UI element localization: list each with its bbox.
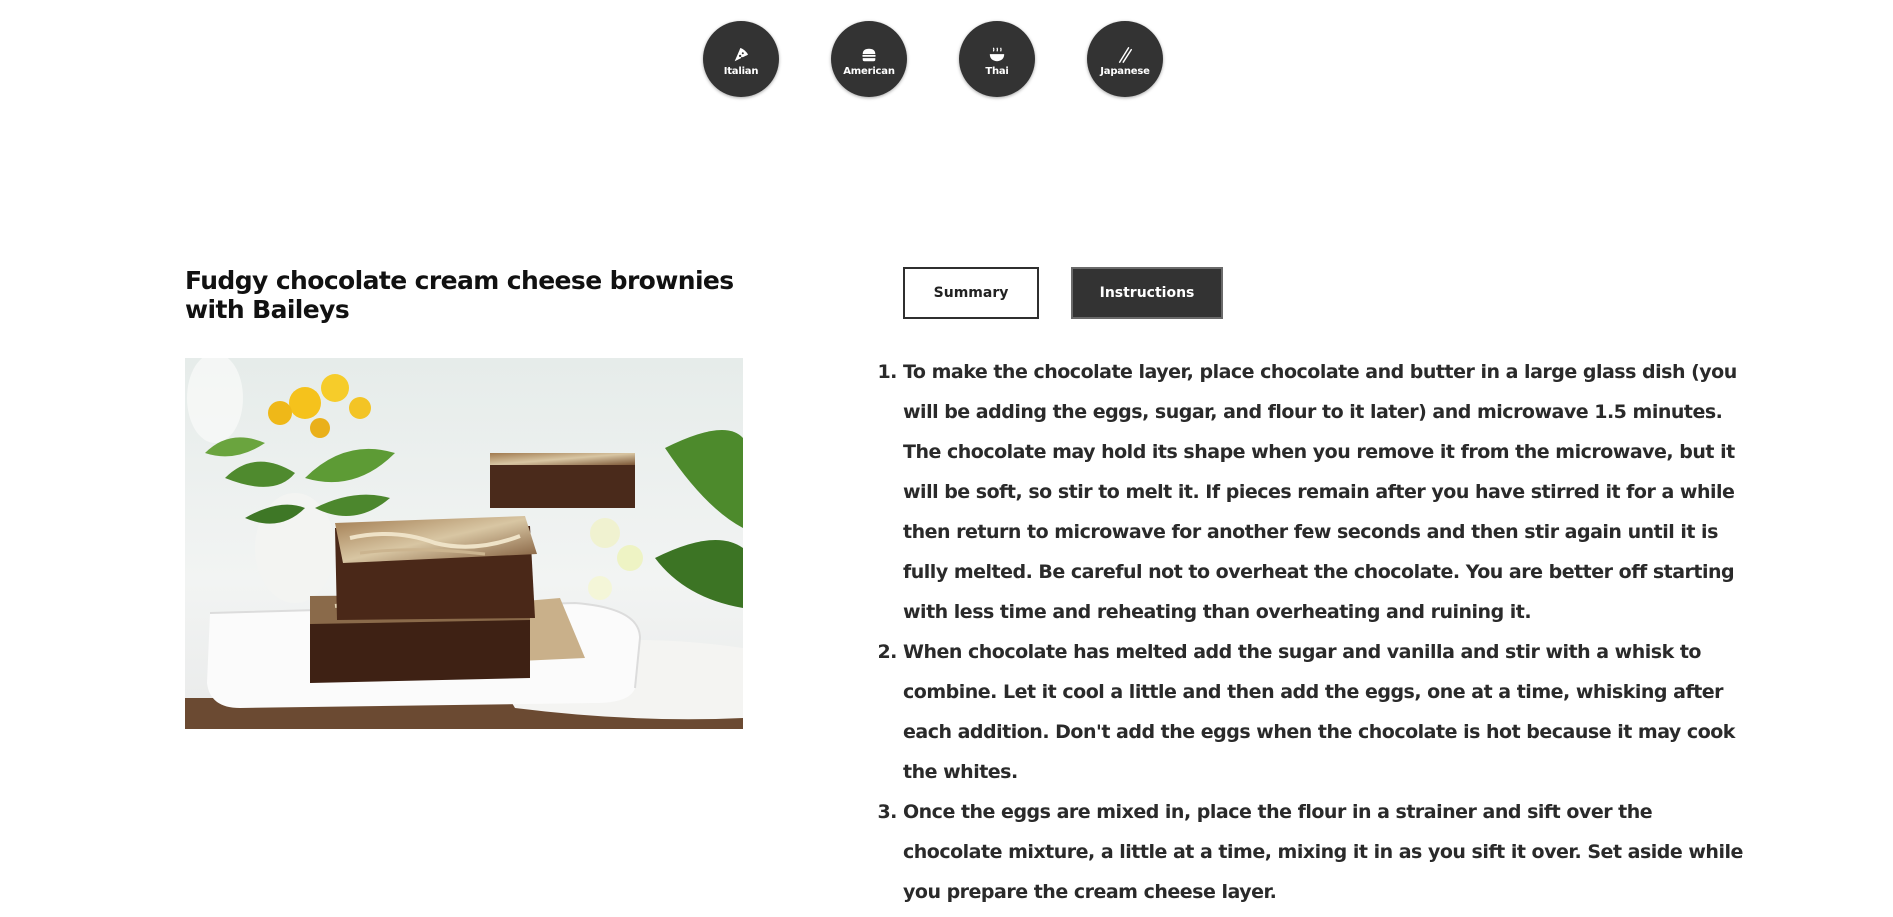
cuisine-italian-label: Italian	[723, 65, 759, 77]
cuisine-italian-button[interactable]: Italian	[703, 21, 779, 97]
noodle-bowl-icon	[989, 47, 1005, 61]
cuisine-thai-label: Thai	[985, 65, 1009, 77]
cuisine-american-button[interactable]: American	[831, 21, 907, 97]
chopsticks-icon	[1118, 46, 1133, 63]
instruction-step: When chocolate has melted add the sugar …	[903, 632, 1753, 792]
instructions-list: To make the chocolate layer, place choco…	[870, 352, 1753, 912]
cuisine-american-label: American	[843, 65, 895, 77]
recipe-tabs: Summary Instructions	[903, 267, 1223, 319]
tab-summary[interactable]: Summary	[903, 267, 1039, 319]
cuisine-thai-button[interactable]: Thai	[959, 21, 1035, 97]
instruction-step: To make the chocolate layer, place choco…	[903, 352, 1753, 632]
pizza-icon	[734, 47, 749, 61]
instruction-step: Once the eggs are mixed in, place the fl…	[903, 792, 1753, 912]
burger-icon	[862, 48, 876, 61]
tab-instructions[interactable]: Instructions	[1071, 267, 1223, 319]
recipe-title: Fudgy chocolate cream cheese brownies wi…	[185, 266, 734, 324]
cuisine-nav: Italian American Thai Japanese	[703, 21, 1163, 97]
cuisine-japanese-label: Japanese	[1100, 65, 1150, 77]
cuisine-japanese-button[interactable]: Japanese	[1087, 21, 1163, 97]
recipe-photo	[185, 358, 743, 729]
